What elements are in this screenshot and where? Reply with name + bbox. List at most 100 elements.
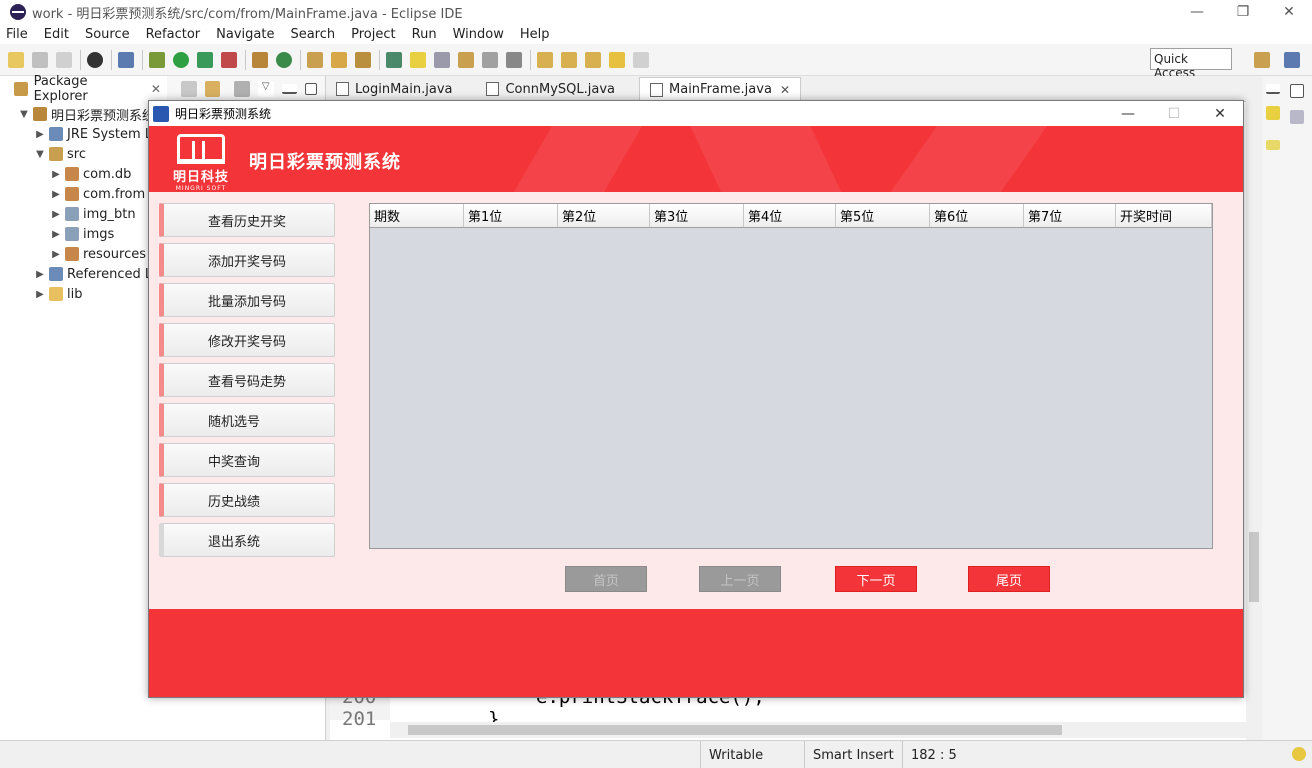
column-header[interactable]: 第5位 xyxy=(836,204,930,227)
chevron-right-icon[interactable]: ▶ xyxy=(50,169,62,180)
view-trend-button[interactable]: 查看号码走势 xyxy=(159,363,335,397)
vertical-scrollbar[interactable] xyxy=(1246,102,1262,722)
chevron-right-icon[interactable]: ▶ xyxy=(34,269,46,280)
java-perspective-icon[interactable] xyxy=(1284,52,1300,68)
annotation-icon[interactable] xyxy=(386,51,402,68)
menu-edit[interactable]: Edit xyxy=(44,27,69,42)
new-java-class-icon[interactable] xyxy=(276,51,292,68)
app-maximize-button[interactable]: ☐ xyxy=(1151,101,1197,126)
previous-annotation-icon[interactable] xyxy=(561,51,577,68)
chevron-down-icon[interactable]: ▼ xyxy=(34,149,46,160)
app-close-button[interactable]: ✕ xyxy=(1197,101,1243,126)
horizontal-scrollbar[interactable] xyxy=(390,722,1246,738)
history-record-button[interactable]: 历史战绩 xyxy=(159,483,335,517)
close-button[interactable]: ✕ xyxy=(1266,0,1312,24)
outline-icon[interactable] xyxy=(1290,110,1304,124)
app-minimize-button[interactable]: — xyxy=(1105,101,1151,126)
quick-access-field[interactable]: Quick Access xyxy=(1150,48,1232,80)
tab-connmysql-java[interactable]: ConnMySQL.java xyxy=(476,77,625,101)
scrollbar-thumb[interactable] xyxy=(1249,532,1259,602)
menu-source[interactable]: Source xyxy=(85,27,130,42)
column-header[interactable]: 第1位 xyxy=(464,204,558,227)
block-selection-icon[interactable] xyxy=(458,51,474,68)
forward-arrow-icon[interactable] xyxy=(633,51,649,68)
save-icon[interactable] xyxy=(32,51,48,68)
back-arrow-icon[interactable] xyxy=(609,51,625,68)
column-header[interactable]: 第6位 xyxy=(930,204,1024,227)
chevron-right-icon[interactable]: ▶ xyxy=(34,129,46,140)
coverage-icon[interactable] xyxy=(197,51,213,68)
minimize-view-icon[interactable] xyxy=(1266,84,1280,94)
new-java-package-icon[interactable] xyxy=(252,51,268,68)
run-icon[interactable] xyxy=(173,51,189,68)
random-pick-button[interactable]: 随机选号 xyxy=(159,403,335,437)
save-all-icon[interactable] xyxy=(56,51,72,68)
minimize-view-icon[interactable] xyxy=(281,83,298,94)
tab-package-explorer[interactable]: Package Explorer ✕ xyxy=(0,74,167,104)
chevron-down-icon[interactable]: ▼ xyxy=(18,109,30,120)
toolbar-separator xyxy=(530,49,531,70)
app-header-title: 明日彩票预测系统 xyxy=(249,152,401,173)
add-draw-number-button[interactable]: 添加开奖号码 xyxy=(159,243,335,277)
debug-icon[interactable] xyxy=(149,51,165,68)
menu-run[interactable]: Run xyxy=(412,27,437,42)
tab-mainframe-java[interactable]: MainFrame.java ✕ xyxy=(639,77,801,101)
open-type-icon[interactable] xyxy=(307,51,323,68)
close-icon[interactable]: ✕ xyxy=(780,83,790,97)
minimize-button[interactable]: — xyxy=(1174,0,1220,24)
column-header[interactable]: 第7位 xyxy=(1024,204,1116,227)
menu-project[interactable]: Project xyxy=(351,27,395,42)
tab-loginmain-java[interactable]: LoginMain.java xyxy=(326,77,462,101)
exit-system-button[interactable]: 退出系统 xyxy=(159,523,335,557)
view-menu-icon[interactable]: ▽ xyxy=(257,80,274,97)
profile-icon[interactable] xyxy=(87,51,103,68)
new-icon[interactable] xyxy=(8,51,24,68)
chevron-right-icon[interactable]: ▶ xyxy=(50,229,62,240)
skip-breakpoints-icon[interactable] xyxy=(118,51,134,68)
previous-page-button[interactable]: 上一页 xyxy=(699,566,781,592)
maximize-view-icon[interactable] xyxy=(305,82,318,95)
word-wrap-icon[interactable] xyxy=(434,51,450,68)
edit-draw-number-button[interactable]: 修改开奖号码 xyxy=(159,323,335,357)
external-tools-icon[interactable] xyxy=(221,51,237,68)
chevron-right-icon[interactable]: ▶ xyxy=(50,249,62,260)
menu-file[interactable]: File xyxy=(6,27,28,42)
menu-refactor[interactable]: Refactor xyxy=(146,27,201,42)
search-tool-icon[interactable] xyxy=(355,51,371,68)
chevron-right-icon[interactable]: ▶ xyxy=(50,209,62,220)
open-folder-icon[interactable] xyxy=(331,51,347,68)
prize-query-button[interactable]: 中奖查询 xyxy=(159,443,335,477)
filter-icon[interactable] xyxy=(234,80,250,97)
column-header[interactable]: 第4位 xyxy=(744,204,836,227)
chevron-right-icon[interactable]: ▶ xyxy=(34,289,46,300)
show-whitespace-icon[interactable] xyxy=(482,51,498,68)
menu-window[interactable]: Window xyxy=(453,27,504,42)
menu-search[interactable]: Search xyxy=(290,27,335,42)
tip-icon[interactable] xyxy=(1292,747,1306,761)
link-editor-icon[interactable] xyxy=(204,80,221,97)
maximize-view-icon[interactable] xyxy=(1290,84,1304,98)
next-annotation-icon[interactable] xyxy=(537,51,553,68)
menu-help[interactable]: Help xyxy=(520,27,550,42)
collapse-all-icon[interactable] xyxy=(180,80,197,97)
column-header[interactable]: 开奖时间 xyxy=(1116,204,1212,227)
column-header[interactable]: 期数 xyxy=(370,204,464,227)
menu-navigate[interactable]: Navigate xyxy=(216,27,274,42)
chevron-right-icon[interactable]: ▶ xyxy=(50,189,62,200)
mark-occurrences-icon[interactable] xyxy=(410,51,426,68)
last-edit-location-icon[interactable] xyxy=(585,51,601,68)
first-page-button[interactable]: 首页 xyxy=(565,566,647,592)
close-icon[interactable]: ✕ xyxy=(151,82,161,96)
view-history-button[interactable]: 查看历史开奖 xyxy=(159,203,335,237)
open-perspective-icon[interactable] xyxy=(1254,52,1270,68)
column-header[interactable]: 第3位 xyxy=(650,204,744,227)
pilcrow-icon[interactable] xyxy=(506,51,522,68)
restore-button[interactable]: ❐ xyxy=(1220,0,1266,24)
task-list-icon[interactable] xyxy=(1266,106,1280,120)
next-page-button[interactable]: 下一页 xyxy=(835,566,917,592)
problems-icon[interactable] xyxy=(1266,140,1280,150)
column-header[interactable]: 第2位 xyxy=(558,204,650,227)
scrollbar-thumb[interactable] xyxy=(408,725,1062,735)
batch-add-button[interactable]: 批量添加号码 xyxy=(159,283,335,317)
last-page-button[interactable]: 尾页 xyxy=(968,566,1050,592)
